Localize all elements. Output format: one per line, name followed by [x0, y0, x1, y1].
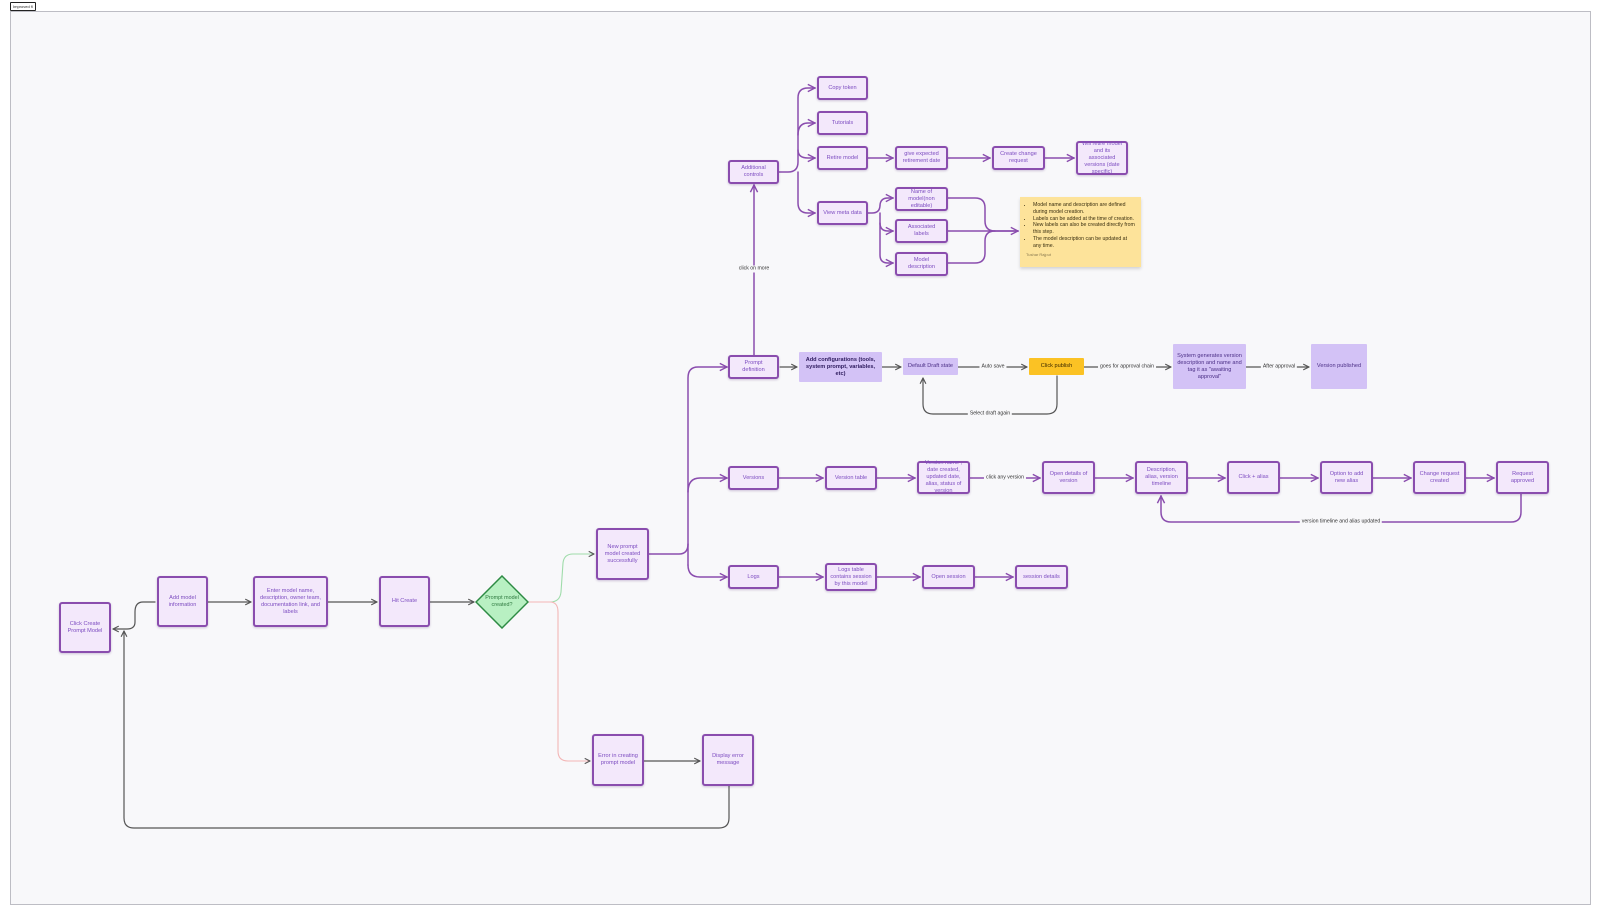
edge-add-info-to-click-create: [113, 601, 156, 629]
node-label: Version published: [1316, 363, 1362, 369]
edge-label-auto-save: Auto save: [979, 363, 1007, 371]
node-label: New prompt model created successfully: [604, 543, 641, 564]
node-label: session details: [1023, 573, 1060, 580]
node-label: Error in creating prompt model: [598, 753, 638, 766]
node-add-configurations[interactable]: Add configurations (tools, system prompt…: [799, 352, 882, 382]
node-label: Click publish: [1040, 363, 1073, 369]
node-version-table[interactable]: Version table: [825, 466, 877, 490]
node-label: Default Draft state: [907, 363, 954, 369]
node-label: View meta data: [823, 209, 862, 216]
node-label: Option to add new alias: [1329, 470, 1364, 484]
node-version-name-date[interactable]: Version name , date created, updated dat…: [917, 460, 970, 494]
node-label: Change request created: [1419, 470, 1460, 484]
node-associated-labels[interactable]: Associated labels: [895, 219, 948, 243]
decision-label: Prompt model created?: [485, 595, 519, 608]
node-label: Versions: [742, 474, 765, 481]
edge-label-version-timeline-updated: version timeline and alias updated: [1299, 518, 1383, 526]
node-label: Open details of version: [1049, 470, 1088, 484]
edge-label-click-any-version: click any version: [983, 474, 1027, 482]
node-label: System generates version description and…: [1177, 352, 1242, 380]
edge-label-goes-for-approval: goes for approval chain: [1098, 363, 1156, 371]
node-label: Create change request: [1000, 151, 1037, 164]
edge-decision-no: [527, 601, 590, 761]
node-default-draft-state[interactable]: Default Draft state: [903, 358, 958, 375]
node-will-retire-model[interactable]: Will retire model and its associated ver…: [1076, 141, 1128, 175]
node-version-published[interactable]: Version published: [1311, 344, 1367, 389]
node-label: Model description: [907, 257, 936, 270]
node-label: Click Create Prompt Model: [67, 620, 103, 634]
node-click-add-alias[interactable]: Click + alias: [1227, 461, 1280, 494]
node-label: Logs table contains session by this mode…: [830, 566, 872, 587]
node-label: Version table: [834, 474, 868, 481]
node-copy-token[interactable]: Copy token: [817, 76, 868, 100]
sticky-note[interactable]: Model name and description are defined d…: [1020, 197, 1141, 267]
edge-label-select-draft-again: Select draft again: [967, 410, 1013, 418]
edge-label-after-approval: After approval: [1260, 363, 1298, 371]
node-label: Add model information: [168, 594, 197, 608]
connector-layer: [0, 0, 1522, 829]
decision-prompt-model-created[interactable]: Prompt model created?: [475, 575, 529, 629]
node-label: Will retire model and its associated ver…: [1081, 140, 1123, 175]
node-label: Description, alias, version timeline: [1145, 467, 1178, 487]
node-change-request-created[interactable]: Change request created: [1413, 461, 1466, 494]
node-label: Copy token: [828, 84, 857, 91]
node-label: Version name , date created, updated dat…: [924, 460, 963, 494]
node-label: Open session: [931, 573, 966, 580]
sticky-bullet: The model description can be updated at …: [1033, 236, 1135, 250]
node-open-session[interactable]: Open session: [922, 565, 975, 589]
node-enter-model-name[interactable]: Enter model name, description, owner tea…: [253, 576, 328, 627]
node-label: Prompt definition: [742, 360, 765, 373]
edge-display-error-to-click-create: [124, 631, 730, 829]
node-option-add-alias[interactable]: Option to add new alias: [1320, 461, 1373, 494]
node-description-alias-timeline[interactable]: Description, alias, version timeline: [1135, 461, 1188, 494]
sticky-note-list: Model name and description are defined d…: [1026, 202, 1135, 250]
node-label: Click + alias: [1238, 474, 1269, 480]
node-retire-model[interactable]: Retire model: [817, 146, 868, 170]
node-click-create-prompt-model[interactable]: Click Create Prompt Model: [59, 602, 111, 653]
node-add-model-information[interactable]: Add model information: [157, 576, 208, 627]
node-label: Retire model: [826, 154, 859, 161]
node-additional-controls[interactable]: Additional controls: [728, 160, 779, 184]
sticky-bullet: Labels can be added at the time of creat…: [1033, 216, 1135, 223]
edge-label-click-on-more: click on more: [736, 265, 772, 273]
node-label: Display error message: [712, 753, 744, 766]
node-logs-table[interactable]: Logs table contains session by this mode…: [825, 563, 877, 591]
node-hit-create[interactable]: Hit Create: [379, 576, 430, 627]
node-request-approved[interactable]: Request approved: [1496, 461, 1549, 494]
node-label: Associated labels: [907, 224, 936, 237]
node-give-expected-retirement[interactable]: give expected retirement date: [895, 146, 948, 170]
node-prompt-definition[interactable]: Prompt definition: [728, 355, 779, 379]
node-label: Enter model name, description, owner tea…: [260, 587, 321, 615]
node-label: give expected retirement date: [902, 151, 941, 164]
node-label: Additional controls: [741, 165, 766, 178]
node-label: Add configurations (tools, system prompt…: [805, 356, 876, 377]
node-system-generates[interactable]: System generates version description and…: [1173, 344, 1246, 389]
node-versions[interactable]: Versions: [728, 466, 779, 490]
node-error-creating[interactable]: Error in creating prompt model: [592, 734, 644, 786]
node-label: Logs: [747, 573, 760, 580]
node-model-description[interactable]: Model description: [895, 252, 948, 276]
node-label: Hit Create: [391, 598, 418, 604]
node-label: Request approved: [1510, 470, 1535, 484]
node-session-details[interactable]: session details: [1015, 565, 1068, 589]
node-click-publish[interactable]: Click publish: [1029, 358, 1084, 375]
node-view-meta-data[interactable]: View meta data: [817, 201, 868, 225]
node-display-error[interactable]: Display error message: [702, 734, 754, 786]
node-new-prompt-model-created[interactable]: New prompt model created successfully: [596, 528, 649, 580]
sticky-bullet: Model name and description are defined d…: [1033, 202, 1135, 216]
sticky-author: Tushar Rajput: [1026, 251, 1051, 257]
node-logs[interactable]: Logs: [728, 565, 779, 589]
node-tutorials[interactable]: Tutorials: [817, 111, 868, 135]
node-open-details-of-version[interactable]: Open details of version: [1042, 461, 1095, 494]
edge-select-draft-again: [923, 375, 1058, 415]
node-label: Name of model(non editable): [908, 188, 935, 209]
node-name-of-model[interactable]: Name of model(non editable): [895, 187, 948, 211]
sticky-bullet: New labels can also be created directly …: [1033, 222, 1135, 236]
node-create-change-request[interactable]: Create change request: [992, 146, 1045, 170]
node-label: Tutorials: [831, 119, 854, 126]
edge-decision-yes: [527, 554, 594, 603]
edge-new-model-trunk: [648, 367, 727, 555]
